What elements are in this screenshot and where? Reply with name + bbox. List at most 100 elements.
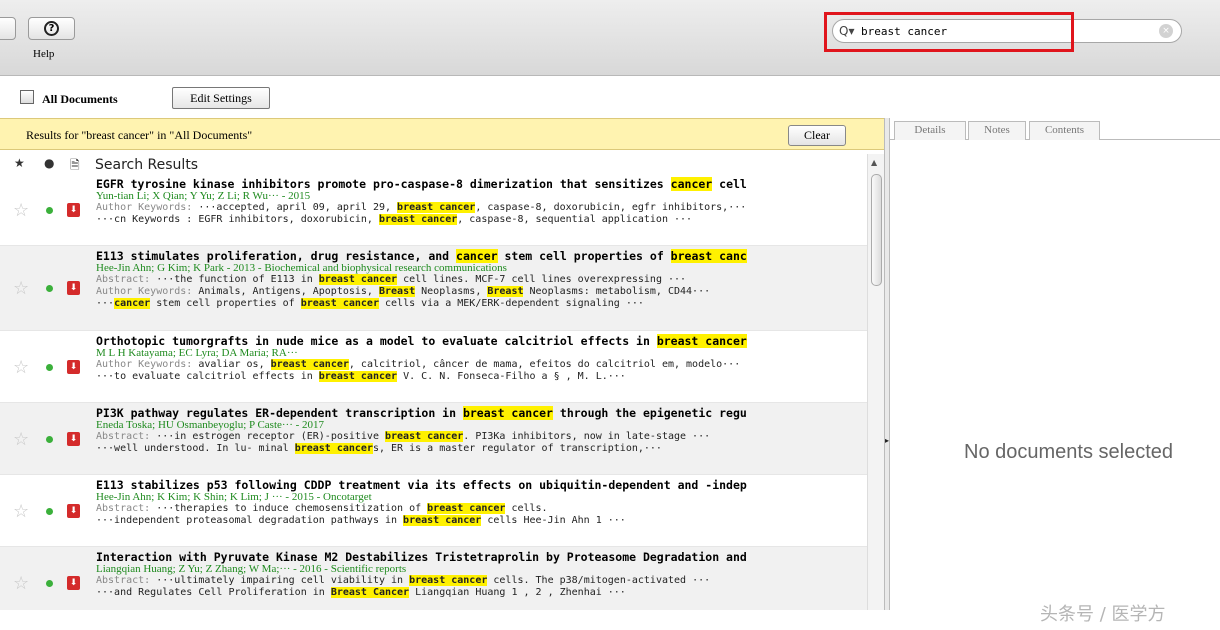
tab-notes[interactable]: Notes — [968, 121, 1026, 140]
toolbar: ? Help Q▾ × — [0, 0, 1220, 76]
text-segment: , caspase-8, doxorubicin, egfr inhibitor… — [475, 202, 747, 213]
text-segment: stem cell properties of — [150, 298, 301, 309]
text-segment: Orthotopic tumorgrafts in nude mice as a… — [96, 334, 657, 348]
read-status-icon[interactable] — [46, 207, 53, 214]
result-title[interactable]: Orthotopic tumorgrafts in nude mice as a… — [96, 334, 866, 348]
read-status-column-icon[interactable]: ● — [44, 156, 54, 170]
result-snippet: Author Keywords: Animals, Antigens, Apop… — [96, 286, 866, 298]
result-authors: Liangqian Huang; Z Yu; Z Zhang; W Ma;···… — [96, 563, 407, 575]
tab-contents[interactable]: Contents — [1029, 121, 1100, 140]
tab-details[interactable]: Details — [894, 121, 966, 140]
text-segment: ··· — [96, 298, 115, 309]
text-segment: cells. The p38/mitogen-activated ··· — [487, 575, 711, 586]
search-highlight: cancer — [456, 249, 498, 263]
search-highlight: cancer — [114, 298, 151, 309]
pdf-icon[interactable]: ⬇ — [67, 504, 80, 518]
pdf-icon[interactable]: ⬇ — [67, 360, 80, 374]
text-segment: avaliar os, — [198, 359, 271, 370]
result-authors: Yun-tian Li; X Qian; Y Yu; Z Li; R Wu···… — [96, 190, 311, 202]
field-label: Author Keywords: — [96, 359, 199, 370]
result-authors: M L H Katayama; EC Lyra; DA Maria; RA··· — [96, 347, 298, 359]
edit-settings-button[interactable]: Edit Settings — [172, 87, 270, 109]
result-title[interactable]: E113 stimulates proliferation, drug resi… — [96, 249, 866, 263]
clear-search-icon[interactable]: × — [1159, 24, 1173, 38]
read-status-icon[interactable] — [46, 580, 53, 587]
help-button[interactable]: ? — [28, 17, 75, 40]
text-segment: ···cn Keywords : EGFR inhibitors, doxoru… — [96, 214, 379, 225]
text-segment: E113 stimulates proliferation, drug resi… — [96, 249, 457, 263]
list-header-title: Search Results — [95, 157, 199, 173]
favorite-star-icon[interactable]: ☆ — [13, 501, 29, 522]
read-status-icon[interactable] — [46, 508, 53, 515]
search-highlight: breast canc — [670, 249, 747, 263]
result-row[interactable]: ☆ ⬇ E113 stabilizes p53 following CDDP tre… — [0, 475, 867, 547]
pdf-icon[interactable]: ⬇ — [67, 432, 80, 446]
read-status-icon[interactable] — [46, 364, 53, 371]
result-text: Interaction with Pyruvate Kinase M2 Dest… — [96, 550, 866, 599]
result-title[interactable]: E113 stabilizes p53 following CDDP treat… — [96, 478, 866, 492]
search-highlight: breast cancer — [397, 202, 476, 213]
results-text: Results for "breast cancer" in "All Docu… — [26, 128, 253, 142]
result-snippet: Abstract: ···ultimately impairing cell v… — [96, 575, 866, 587]
field-label: Author Keywords: — [96, 202, 199, 213]
field-label: Abstract: — [96, 274, 157, 285]
text-segment: cells Hee-Jin Ahn 1 ··· — [481, 515, 626, 526]
read-status-icon[interactable] — [46, 436, 53, 443]
help-label: Help — [33, 48, 55, 60]
search-highlight: breast cancer — [378, 214, 458, 225]
bottom-strip — [0, 610, 1220, 630]
search-highlight: Breast Cancer — [330, 587, 410, 598]
toolbar-button[interactable] — [0, 17, 16, 40]
star-column-icon[interactable]: ★ — [14, 156, 25, 170]
text-segment: ···to evaluate calcitriol effects in — [96, 371, 319, 382]
result-row[interactable]: ☆ ⬇ Orthotopic tumorgrafts in nude mice as… — [0, 331, 867, 403]
text-segment: Liangqian Huang 1 , 2 , Zhenhai ··· — [409, 587, 626, 598]
text-segment: Interaction with Pyruvate Kinase M2 Dest… — [96, 550, 747, 564]
result-row[interactable]: ☆ ⬇ PI3K pathway regulates ER-dependent tr… — [0, 403, 867, 475]
search-highlight: Breast — [487, 286, 524, 297]
text-segment: , calcitriol, câncer de mama, efeitos do… — [348, 359, 741, 370]
text-segment: cells via a MEK/ERK-dependent signaling … — [378, 298, 644, 309]
text-segment: PI3K pathway regulates ER-dependent tran… — [96, 406, 463, 420]
favorite-star-icon[interactable]: ☆ — [13, 278, 29, 299]
result-row[interactable]: ☆ ⬇ EGFR tyrosine kinase inhibitors promot… — [0, 174, 867, 246]
favorite-star-icon[interactable]: ☆ — [13, 200, 29, 221]
result-snippet: ···well understood. In lu- minal breast … — [96, 443, 866, 455]
text-segment: ···accepted, april 09, april 29, — [198, 202, 398, 213]
result-text: E113 stimulates proliferation, drug resi… — [96, 249, 866, 310]
result-title[interactable]: EGFR tyrosine kinase inhibitors promote … — [96, 177, 866, 191]
favorite-star-icon[interactable]: ☆ — [13, 357, 29, 378]
text-segment: ···independent proteasomal degradation p… — [96, 515, 404, 526]
search-highlight: breast cancer — [270, 359, 349, 370]
result-title[interactable]: PI3K pathway regulates ER-dependent tran… — [96, 406, 866, 420]
results-scrollbar[interactable]: ▲ — [867, 154, 884, 610]
favorite-star-icon[interactable]: ☆ — [13, 573, 29, 594]
search-highlight: breast cancer — [403, 515, 482, 526]
result-snippet: Author Keywords: avaliar os, breast canc… — [96, 359, 866, 371]
result-row[interactable]: ☆ ⬇ E113 stimulates proliferation, drug re… — [0, 246, 867, 331]
search-highlight: breast cancer — [300, 298, 379, 309]
search-results-list: ☆ ⬇ EGFR tyrosine kinase inhibitors promot… — [0, 174, 867, 610]
read-status-icon[interactable] — [46, 285, 53, 292]
text-segment: ···the function of E113 in — [156, 274, 319, 285]
text-segment: . PI3Ka inhibitors, now in late-stage ··… — [463, 431, 711, 442]
clear-results-button[interactable]: Clear — [788, 125, 846, 146]
scrollbar-thumb[interactable] — [871, 174, 882, 286]
result-snippet: ···independent proteasomal degradation p… — [96, 515, 866, 527]
text-segment: ···and Regulates Cell Proliferation in — [96, 587, 331, 598]
pdf-icon[interactable]: ⬇ — [67, 576, 80, 590]
pdf-icon[interactable]: ⬇ — [67, 203, 80, 217]
text-segment: cells. — [505, 503, 548, 514]
favorite-star-icon[interactable]: ☆ — [13, 429, 29, 450]
collection-title: All Documents — [42, 92, 118, 106]
text-segment: V. C. N. Fonseca-Filho a § , M. L.··· — [397, 371, 626, 382]
text-segment: E113 stabilizes p53 following CDDP treat… — [96, 478, 747, 492]
result-title[interactable]: Interaction with Pyruvate Kinase M2 Dest… — [96, 550, 866, 564]
search-highlight: breast cancer — [318, 371, 398, 382]
field-label: Author Keywords: — [96, 286, 199, 297]
pdf-icon[interactable]: ⬇ — [67, 281, 80, 295]
search-highlight: breast cancer — [656, 334, 747, 348]
result-row[interactable]: ☆ ⬇ Interaction with Pyruvate Kinase M2 De… — [0, 547, 867, 610]
collapse-arrow-icon[interactable]: ▸ — [885, 436, 889, 445]
scroll-up-arrow[interactable]: ▲ — [871, 158, 877, 167]
